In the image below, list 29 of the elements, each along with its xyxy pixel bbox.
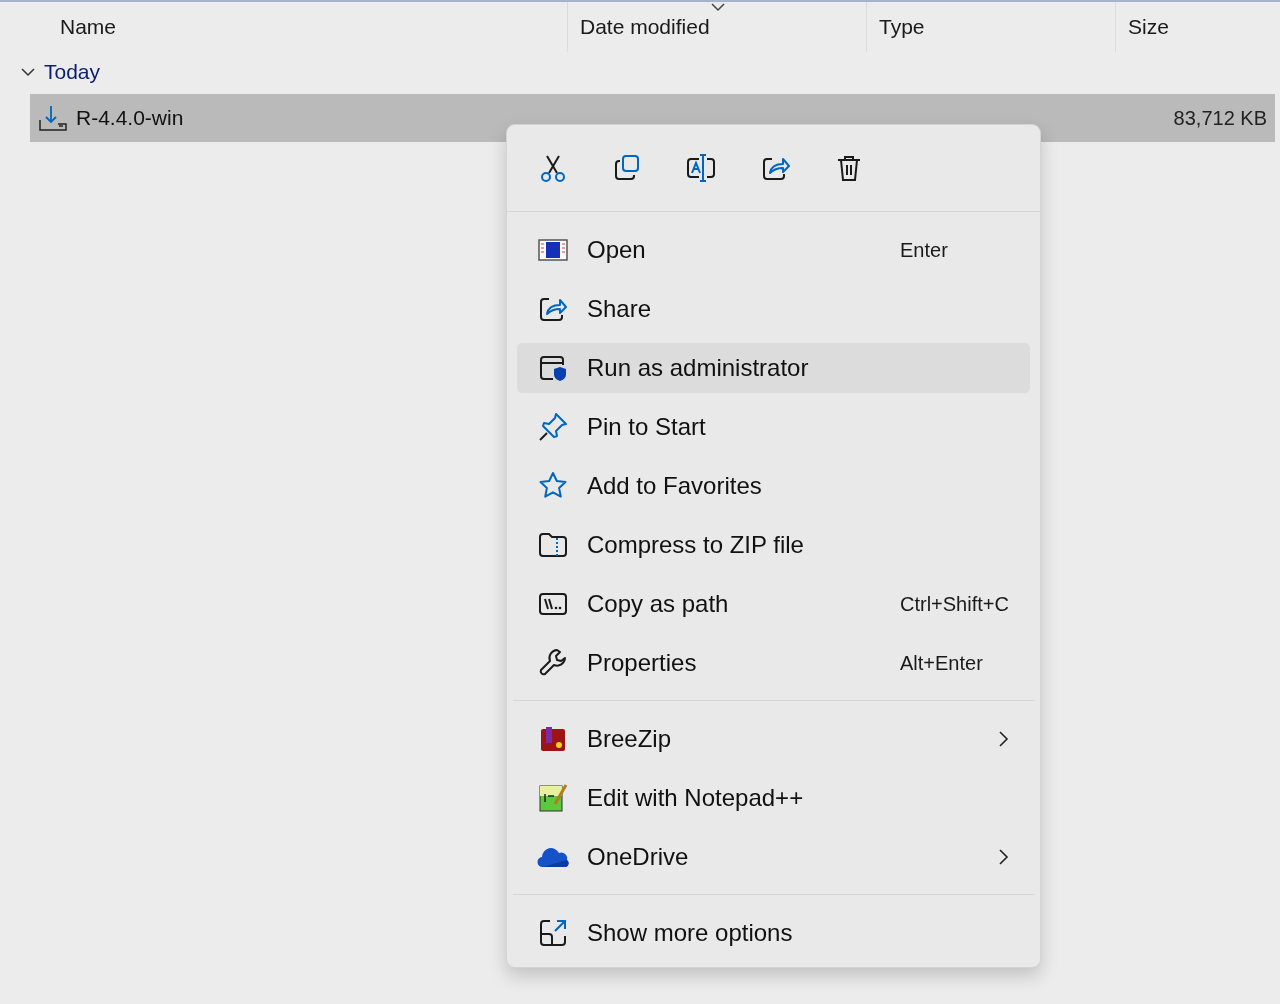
group-header[interactable]: Today	[16, 56, 105, 88]
copy-icon	[612, 153, 642, 183]
column-header[interactable]: Date modified	[580, 15, 710, 39]
menu-item[interactable]: Properties Alt+Enter	[517, 638, 1030, 688]
menu-item[interactable]: Pin to Start	[517, 402, 1030, 452]
menu-item[interactable]: Share	[517, 284, 1030, 334]
cut-icon	[538, 153, 568, 183]
column-header[interactable]: Type	[879, 15, 925, 39]
file-size: 83,712 KB	[1173, 106, 1267, 130]
shortcut-text: Enter	[900, 238, 949, 262]
file-name: R-4.4.0-win	[76, 106, 185, 130]
menu-item[interactable]: Add to Favorites	[517, 461, 1030, 511]
menu-item[interactable]: Edit with Notepad++	[517, 773, 1030, 823]
download-file-icon	[38, 104, 68, 132]
menu-item[interactable]: Run as administrator	[517, 343, 1030, 393]
menu-item[interactable]: BreeZip	[517, 714, 1030, 764]
menu-item[interactable]: Compress to ZIP file	[517, 520, 1030, 570]
expand-icon	[537, 917, 569, 949]
column-header[interactable]: Size	[1128, 15, 1169, 39]
menu-item[interactable]: OneDrive	[517, 832, 1030, 882]
menu-item[interactable]: Open Enter	[517, 225, 1030, 275]
rename-icon	[686, 153, 716, 183]
notepad-icon	[537, 782, 569, 814]
column-header[interactable]: Name	[60, 15, 117, 39]
menu-item[interactable]: Copy as path Ctrl+Shift+C	[517, 579, 1030, 629]
menu-item[interactable]: Show more options	[517, 908, 1030, 958]
pin-icon	[537, 411, 569, 443]
shortcut-text: Ctrl+Shift+C	[900, 592, 1010, 616]
shortcut-text: Alt+Enter	[900, 651, 984, 675]
